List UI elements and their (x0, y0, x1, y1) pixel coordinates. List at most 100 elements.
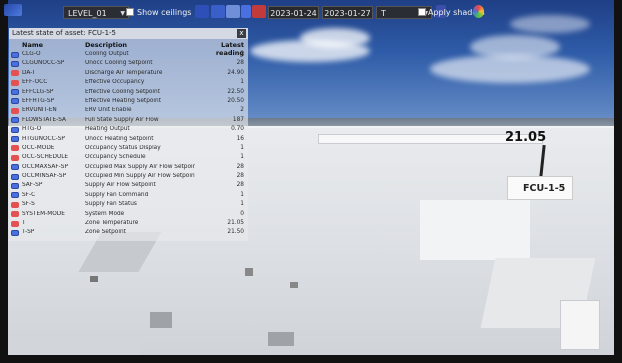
monitor-icon[interactable] (11, 51, 19, 58)
table-row[interactable]: EFF-OCC Effective Occupancy 1 (9, 78, 248, 87)
table-row[interactable]: OCC-SCHEDULE Occupancy Schedule 1 (9, 153, 248, 162)
trend-chart-icon[interactable] (11, 220, 19, 227)
point-name: DA-T (22, 69, 36, 76)
point-description: Effective Heating Setpoint (85, 97, 161, 104)
trend-chart-icon[interactable] (11, 79, 19, 86)
monitor-icon[interactable] (11, 117, 19, 124)
point-description: Cooling Output (85, 51, 129, 57)
start-date-field[interactable]: 2023-01-24 (268, 6, 319, 19)
point-reading: 24.90 (227, 69, 244, 76)
point-description: Unocc Cooling Setpoint (85, 60, 153, 67)
table-row[interactable]: SYSTEM-MODE System Mode 0 (9, 210, 248, 219)
monitor-icon[interactable] (11, 192, 19, 199)
point-description: Supply Fan Status (85, 201, 137, 208)
apply-shaders-checkbox[interactable] (418, 8, 426, 16)
table-row[interactable]: SF-S Supply Fan Status 1 (9, 200, 248, 209)
table-row[interactable]: OCCMINSAF-SP Occupied Min Supply Air Flow… (9, 172, 248, 181)
table-row[interactable]: SF-C Supply Fan Command 1 (9, 191, 248, 200)
point-description: Unocc Heating Setpoint (85, 135, 154, 142)
point-reading: 1 (240, 144, 244, 151)
cloud (430, 55, 590, 83)
trend-chart-icon[interactable] (11, 145, 19, 152)
level-select-value: LEVEL_01 (68, 9, 107, 18)
point-name: HTG-O (22, 126, 42, 133)
table-row[interactable]: ERVUNIT-EN ERV Unit Enable 2 (9, 106, 248, 115)
roof-unit (420, 200, 530, 260)
monitor-icon[interactable] (11, 136, 19, 143)
column-header-name[interactable]: Name (22, 41, 43, 49)
image-icon[interactable] (211, 5, 225, 18)
sensor-icon[interactable] (241, 5, 251, 18)
point-name: SYSTEM-MODE (22, 210, 65, 217)
point-name: CLGUNOCC-SP (22, 60, 65, 67)
monitor-icon[interactable] (11, 182, 19, 189)
table-row[interactable]: HTG-O Heating Output 0.70 (9, 125, 248, 134)
level-select[interactable]: LEVEL_01 ▼ (63, 6, 129, 19)
roof-corner-block (560, 300, 600, 350)
table-row[interactable]: CLG-O Cooling Output 0 (9, 50, 248, 59)
point-reading: 28 (236, 182, 244, 189)
point-reading: 2 (240, 107, 244, 114)
roof-edge (0, 330, 140, 363)
point-name: ERVUNIT-EN (22, 107, 57, 114)
table-row[interactable]: DA-T Discharge Air Temperature 24.90 (9, 69, 248, 78)
show-ceilings-checkbox[interactable] (126, 8, 134, 16)
monitor-icon[interactable] (11, 89, 19, 96)
point-reading: 0 (240, 51, 244, 57)
table-row[interactable]: SAF-SP Supply Air Flow Setpoint 28 (9, 181, 248, 190)
table-row[interactable]: T-SP Zone Setpoint 21.50 (9, 228, 248, 237)
trend-chart-icon[interactable] (11, 201, 19, 208)
trend-chart-icon[interactable] (11, 211, 19, 218)
table-row[interactable]: CLGUNOCC-SP Unocc Cooling Setpoint 28 (9, 59, 248, 68)
asset-name-label[interactable]: FCU-1-5 (523, 183, 565, 194)
monitor-icon[interactable] (11, 173, 19, 180)
point-name: CLG-O (22, 51, 41, 57)
point-name: SF-C (22, 191, 36, 198)
trend-chart-icon[interactable] (11, 154, 19, 161)
roof-vent (290, 282, 298, 288)
table-row[interactable]: EFFHTG-SP Effective Heating Setpoint 20.50 (9, 97, 248, 106)
point-name: EFFHTG-SP (22, 97, 54, 104)
show-ceilings-label: Show ceilings (137, 8, 192, 17)
end-date-field[interactable]: 2023-01-27 (322, 6, 373, 19)
table-row[interactable]: EFFCLG-SP Effective Cooling Setpoint 22.50 (9, 88, 248, 97)
cube-icon[interactable] (226, 5, 240, 18)
point-name: SF-S (22, 201, 35, 208)
point-name: OCC-MODE (22, 144, 55, 151)
trend-chart-icon[interactable] (11, 107, 19, 114)
point-description: Effective Cooling Setpoint (85, 88, 160, 95)
monitor-icon[interactable] (11, 60, 19, 67)
grid-view-icon[interactable] (195, 5, 209, 18)
asset-reading-label[interactable]: 21.05 (505, 130, 546, 145)
table-row[interactable]: OCC-MODE Occupancy Status Display 1 (9, 144, 248, 153)
close-icon[interactable]: x (237, 29, 246, 38)
monitor-icon[interactable] (11, 98, 19, 105)
column-header-description[interactable]: Description (85, 41, 127, 49)
table-row[interactable]: HTGUNOCC-SP Unocc Heating Setpoint 16 (9, 135, 248, 144)
trend-chart-icon[interactable] (11, 70, 19, 77)
point-reading: 21.50 (227, 229, 244, 236)
point-description: Occupied Max Supply Air Flow Setpoint (85, 163, 195, 170)
panel-title-bar[interactable]: Latest state of asset: FCU-1-5 x (9, 28, 248, 39)
app-logo-icon[interactable] (4, 4, 22, 16)
calendar-icon[interactable] (252, 5, 266, 18)
point-reading: 187 (232, 116, 244, 123)
table-row[interactable]: T Zone Temperature 21.05 (9, 219, 248, 228)
point-reading: 0.70 (231, 126, 244, 133)
point-description: Effective Occupancy (85, 79, 145, 86)
point-reading: 1 (240, 154, 244, 161)
shader-icon[interactable] (473, 5, 484, 18)
roof-vent (90, 276, 98, 282)
monitor-icon[interactable] (11, 229, 19, 236)
table-row[interactable]: OCCMAXSAF-SP Occupied Max Supply Air Flow… (9, 163, 248, 172)
cloud (300, 28, 370, 48)
monitor-icon[interactable] (11, 164, 19, 171)
roof-shadow (150, 312, 172, 328)
point-reading: 28 (236, 163, 244, 170)
point-description: Occupancy Schedule (85, 154, 146, 161)
point-description: ERV Unit Enable (85, 107, 132, 114)
point-reading: 1 (240, 191, 244, 198)
point-description: Full State Supply Air Flow (85, 116, 159, 123)
table-row[interactable]: FLOWSTATE-SA Full State Supply Air Flow 18… (9, 116, 248, 125)
monitor-icon[interactable] (11, 126, 19, 133)
